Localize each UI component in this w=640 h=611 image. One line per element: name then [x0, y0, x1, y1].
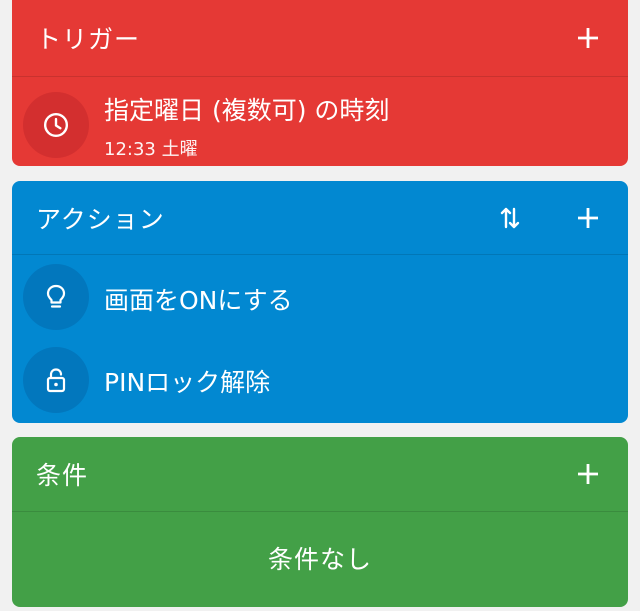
action-card: アクション 画面をONにする PINロック解除	[12, 181, 628, 423]
condition-title: 条件	[36, 461, 89, 490]
trigger-icon	[23, 92, 89, 158]
plus-icon	[578, 28, 598, 48]
action-item-icon	[23, 347, 89, 413]
action-title: アクション	[36, 204, 165, 234]
no-conditions-label: 条件なし	[267, 545, 372, 574]
unlock-icon	[46, 368, 66, 393]
trigger-header: トリガー	[12, 0, 628, 77]
trigger-title: トリガー	[36, 25, 141, 54]
add-action-button[interactable]	[566, 196, 610, 240]
action-item-label: PINロック解除	[104, 368, 271, 397]
action-item-icon	[23, 264, 89, 330]
condition-header: 条件	[12, 437, 628, 512]
action-item[interactable]: 画面をONにする	[12, 255, 628, 339]
trigger-card: トリガー 指定曜日 (複数可) の時刻 12:33 土曜	[12, 0, 628, 166]
swap-vertical-icon	[500, 207, 520, 228]
reorder-actions-button[interactable]	[488, 196, 532, 240]
add-trigger-button[interactable]	[566, 16, 610, 60]
trigger-item-title: 指定曜日 (複数可) の時刻	[104, 96, 390, 125]
trigger-item[interactable]: 指定曜日 (複数可) の時刻 12:33 土曜	[12, 77, 628, 166]
action-item[interactable]: PINロック解除	[12, 339, 628, 423]
trigger-item-subtitle: 12:33 土曜	[104, 139, 198, 160]
lightbulb-icon	[46, 284, 66, 308]
condition-card: 条件 条件なし	[12, 437, 628, 607]
clock-icon	[43, 112, 69, 138]
action-item-label: 画面をONにする	[104, 286, 293, 315]
action-header: アクション	[12, 181, 628, 255]
plus-icon	[578, 207, 598, 228]
plus-icon	[578, 464, 598, 484]
add-condition-button[interactable]	[566, 452, 610, 496]
